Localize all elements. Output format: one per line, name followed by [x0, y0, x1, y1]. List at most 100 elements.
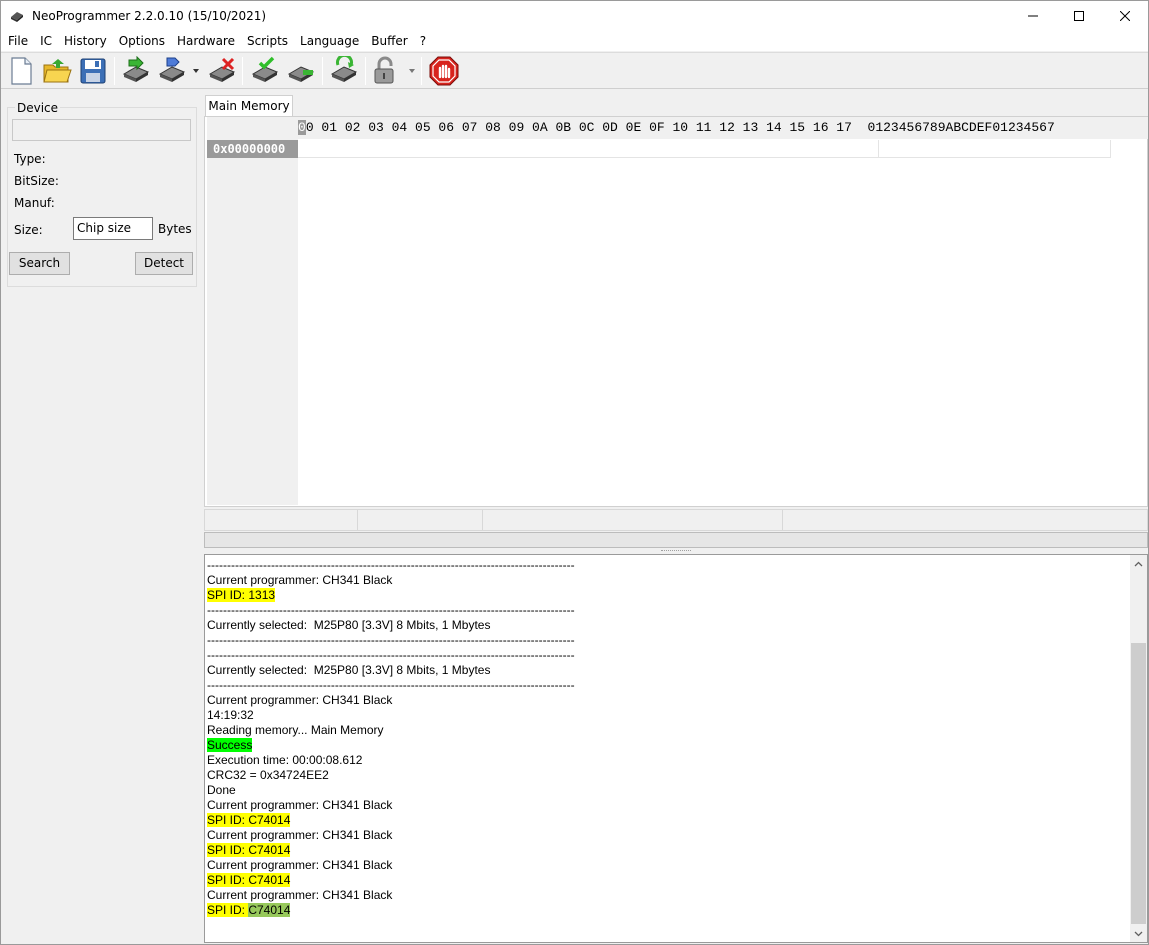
- protect-dropdown-icon[interactable]: [408, 67, 416, 75]
- write-button[interactable]: [157, 56, 187, 86]
- blank-check-button[interactable]: [286, 56, 316, 86]
- spi-id-value-selected: C74014: [248, 903, 291, 917]
- menu-scripts[interactable]: Scripts: [241, 31, 294, 51]
- hex-column-header: 00 01 02 03 04 05 06 07 08 09 0A 0B 0C 0…: [298, 117, 1148, 139]
- title-bar[interactable]: NeoProgrammer 2.2.0.10 (15/10/2021): [1, 1, 1148, 31]
- log-divider: ----------------------------------------…: [207, 558, 575, 572]
- spi-id-label: SPI ID:: [207, 813, 249, 827]
- maximize-button[interactable]: [1056, 1, 1102, 31]
- scroll-thumb[interactable]: [1131, 643, 1146, 924]
- log-divider: ----------------------------------------…: [207, 678, 575, 692]
- menu-buffer[interactable]: Buffer: [365, 31, 413, 51]
- write-dropdown-icon[interactable]: [192, 67, 200, 75]
- menu-language[interactable]: Language: [294, 31, 365, 51]
- auto-button[interactable]: [329, 53, 359, 86]
- menu-bar: File IC History Options Hardware Scripts…: [1, 31, 1148, 51]
- address-gutter: [207, 117, 298, 505]
- hex-cursor[interactable]: 0: [298, 120, 306, 135]
- log-line: CRC32 = 0x34724EE2: [207, 768, 329, 782]
- window-title: NeoProgrammer 2.2.0.10 (15/10/2021): [32, 9, 267, 23]
- success-status: Success: [207, 738, 253, 752]
- new-file-icon: [11, 57, 32, 85]
- spi-id-value: C74014: [248, 843, 291, 857]
- open-button[interactable]: [42, 56, 72, 86]
- status-cell: [205, 510, 358, 530]
- type-label: Type:: [14, 152, 46, 166]
- menu-file[interactable]: File: [2, 31, 34, 51]
- log-line: SPI ID: C74014: [207, 903, 1127, 918]
- log-divider: ----------------------------------------…: [207, 603, 575, 617]
- read-button[interactable]: [121, 55, 151, 86]
- hex-row-address: 0x00000000: [207, 140, 298, 158]
- menu-help[interactable]: ?: [414, 31, 432, 51]
- close-icon: [1120, 11, 1130, 21]
- blank-check-icon: [287, 66, 315, 82]
- protect-button[interactable]: [371, 56, 401, 86]
- read-chip-icon: [122, 55, 150, 82]
- verify-button[interactable]: [250, 56, 280, 86]
- size-input[interactable]: Chip size: [73, 217, 153, 240]
- tab-main-memory[interactable]: Main Memory: [205, 95, 293, 117]
- menu-options[interactable]: Options: [113, 31, 171, 51]
- menu-ic[interactable]: IC: [34, 31, 58, 51]
- log-line: Current programmer: CH341 Black: [207, 693, 393, 707]
- hex-column-offsets: 0 01 02 03 04 05 06 07 08 09 0A 0B 0C 0D…: [305, 120, 852, 135]
- erase-button[interactable]: [207, 56, 237, 86]
- log-scrollbar[interactable]: [1130, 555, 1147, 942]
- detect-button[interactable]: Detect: [135, 252, 193, 275]
- auto-program-icon: [330, 53, 358, 82]
- device-name-field[interactable]: [12, 119, 191, 141]
- verify-chip-icon: [251, 56, 279, 82]
- log-line: SPI ID: 1313: [207, 588, 1127, 603]
- spi-id-value: C74014: [248, 873, 291, 887]
- size-label: Size:: [14, 223, 43, 237]
- hex-editor[interactable]: 00 01 02 03 04 05 06 07 08 09 0A 0B 0C 0…: [204, 116, 1148, 507]
- minimize-icon: [1028, 15, 1038, 17]
- log-line: Currently selected: M25P80 [3.3V] 8 Mbit…: [207, 663, 491, 677]
- spi-id-label: SPI ID:: [207, 843, 249, 857]
- menu-hardware[interactable]: Hardware: [171, 31, 241, 51]
- splitter-handle[interactable]: [661, 550, 691, 553]
- spi-id-value: C74014: [248, 813, 291, 827]
- minimize-button[interactable]: [1010, 1, 1056, 31]
- spi-id-label: SPI ID:: [207, 588, 249, 602]
- log-line: SPI ID: C74014: [207, 873, 1127, 888]
- log-panel[interactable]: ----------------------------------------…: [204, 554, 1148, 943]
- device-group-title: Device: [15, 101, 61, 115]
- spi-id-label: SPI ID:: [207, 873, 249, 887]
- save-disk-icon: [80, 58, 106, 84]
- close-button[interactable]: [1102, 1, 1148, 31]
- stop-icon: [429, 56, 459, 86]
- erase-chip-icon: [208, 57, 236, 82]
- log-line: Current programmer: CH341 Black: [207, 573, 393, 587]
- new-file-button[interactable]: [6, 56, 36, 86]
- progress-bar: [204, 532, 1148, 548]
- log-line: Current programmer: CH341 Black: [207, 888, 393, 902]
- hex-data-row[interactable]: [298, 140, 1110, 158]
- bitsize-label: BitSize:: [14, 174, 59, 188]
- spi-id-label: SPI ID:: [207, 903, 249, 917]
- scroll-down-button[interactable]: [1130, 925, 1147, 942]
- menu-history[interactable]: History: [58, 31, 113, 51]
- manuf-label: Manuf:: [14, 196, 55, 210]
- log-content: ----------------------------------------…: [207, 558, 1127, 918]
- search-button[interactable]: Search: [9, 252, 70, 275]
- scroll-up-button[interactable]: [1130, 555, 1147, 572]
- status-bar: [204, 509, 1148, 531]
- protect-lock-icon: [374, 56, 394, 84]
- chip-app-icon: [10, 9, 24, 23]
- log-line: Current programmer: CH341 Black: [207, 798, 393, 812]
- chevron-up-icon: [1134, 561, 1143, 566]
- bytes-label: Bytes: [158, 222, 192, 236]
- save-button[interactable]: [78, 56, 108, 86]
- log-divider: ----------------------------------------…: [207, 648, 575, 662]
- log-line: Execution time: 00:00:08.612: [207, 753, 363, 767]
- spi-id-value: 1313: [248, 588, 276, 602]
- log-line: SPI ID: C74014: [207, 813, 1127, 828]
- ascii-column-header: 0123456789ABCDEF01234567: [867, 120, 1055, 135]
- stop-button[interactable]: [429, 56, 459, 86]
- log-line: SPI ID: C74014: [207, 843, 1127, 858]
- log-line: Currently selected: M25P80 [3.3V] 8 Mbit…: [207, 618, 491, 632]
- status-cell: [483, 510, 783, 530]
- log-line: Success: [207, 738, 1127, 753]
